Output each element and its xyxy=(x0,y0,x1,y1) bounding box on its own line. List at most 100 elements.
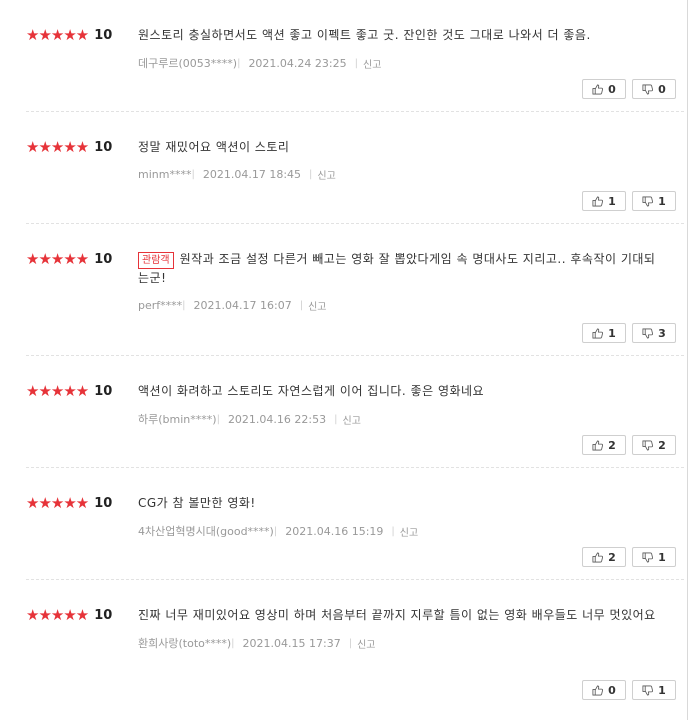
meta-divider: | xyxy=(299,300,304,311)
meta-divider: | xyxy=(191,169,195,180)
report-link[interactable]: 신고 xyxy=(400,524,418,539)
like-count: 2 xyxy=(608,550,616,564)
review-date: 2021.04.17 18:45 xyxy=(202,168,302,181)
thumbs-down-icon xyxy=(642,685,654,695)
review-meta: minm**** | 2021.04.17 18:45 | 신고 xyxy=(138,167,664,182)
like-button[interactable]: 1 xyxy=(582,191,626,211)
review-text: 원스토리 충실하면서도 액션 좋고 이펙트 좋고 굿. 잔인한 것도 그대로 나… xyxy=(138,28,591,42)
dislike-button[interactable]: 2 xyxy=(632,435,676,455)
report-link[interactable]: 신고 xyxy=(363,56,381,71)
thumbs-down-icon xyxy=(642,552,654,562)
meta-divider: | xyxy=(354,57,358,69)
thumbs-down-icon xyxy=(642,440,654,450)
review-meta: perf**** | 2021.04.17 16:07 | 신고 xyxy=(138,298,664,313)
rating-score: 10 xyxy=(94,607,113,623)
star-rating: ★★★★★ 10 xyxy=(26,251,112,267)
report-link[interactable]: 신고 xyxy=(317,167,335,182)
star-rating: ★★★★★ 10 xyxy=(26,383,112,399)
meta-divider: | xyxy=(216,413,220,425)
dislike-button[interactable]: 3 xyxy=(632,323,676,343)
star-icons: ★★★★★ xyxy=(26,494,89,512)
review-body: 액션이 화려하고 스토리도 자연스럽게 이어 집니다. 좋은 영화네요 하루(b… xyxy=(138,382,664,427)
star-rating: ★★★★★ 10 xyxy=(26,607,112,623)
meta-divider: | xyxy=(273,525,278,537)
review-body: CG가 참 볼만한 영화! 4차산업혁명시대(good****) | 2021.… xyxy=(138,494,664,539)
thumbs-up-icon xyxy=(592,440,604,450)
rating-score: 10 xyxy=(94,27,113,43)
report-link[interactable]: 신고 xyxy=(357,636,375,651)
dislike-count: 2 xyxy=(658,438,666,452)
meta-divider: | xyxy=(237,57,241,69)
review-body: 관람객 원작과 조금 설정 다른거 빼고는 영화 잘 뽑았다게임 속 명대사도 지… xyxy=(138,250,664,313)
review-author: 환희사랑(toto****) xyxy=(138,637,232,650)
like-button[interactable]: 2 xyxy=(582,435,626,455)
review-author: perf**** xyxy=(138,299,183,312)
vote-buttons: 1 3 xyxy=(582,323,676,343)
rating-score: 10 xyxy=(94,139,113,155)
vote-buttons: 2 2 xyxy=(582,435,676,455)
review-item: ★★★★★ 10 진짜 너무 재미있어요 영상미 하며 처음부터 끝까지 지루할… xyxy=(26,580,684,712)
review-text-block: 관람객 원작과 조금 설정 다른거 빼고는 영화 잘 뽑았다게임 속 명대사도 지… xyxy=(138,250,664,288)
review-text: 원작과 조금 설정 다른거 빼고는 영화 잘 뽑았다게임 속 명대사도 지리고.… xyxy=(138,252,656,285)
meta-divider: | xyxy=(309,169,313,180)
dislike-count: 1 xyxy=(658,194,666,208)
review-item: ★★★★★ 10 액션이 화려하고 스토리도 자연스럽게 이어 집니다. 좋은 … xyxy=(26,356,684,468)
review-date: 2021.04.16 22:53 xyxy=(227,412,327,426)
like-count: 2 xyxy=(608,438,616,452)
rating-score: 10 xyxy=(94,383,113,399)
like-count: 1 xyxy=(608,194,616,208)
review-item: ★★★★★ 10 정말 재밌어요 액션이 스토리 minm**** | 2021… xyxy=(26,112,684,224)
dislike-button[interactable]: 0 xyxy=(632,79,676,99)
meta-divider: | xyxy=(348,637,353,649)
dislike-button[interactable]: 1 xyxy=(632,680,676,700)
star-rating: ★★★★★ 10 xyxy=(26,139,112,155)
report-link[interactable]: 신고 xyxy=(343,412,361,427)
like-button[interactable]: 1 xyxy=(582,323,626,343)
viewer-badge: 관람객 xyxy=(138,252,174,269)
dislike-button[interactable]: 1 xyxy=(632,191,676,211)
thumbs-up-icon xyxy=(592,685,604,695)
review-meta: 하루(bmin****) | 2021.04.16 22:53 | 신고 xyxy=(138,411,664,427)
review-meta: 환희사랑(toto****) | 2021.04.15 17:37 | 신고 xyxy=(138,635,664,651)
review-text: 액션이 화려하고 스토리도 자연스럽게 이어 집니다. 좋은 영화네요 xyxy=(138,384,485,398)
review-text: 정말 재밌어요 액션이 스토리 xyxy=(138,140,290,154)
like-count: 1 xyxy=(608,326,616,340)
like-button[interactable]: 0 xyxy=(582,79,626,99)
review-author: 하루(bmin****) xyxy=(138,413,217,426)
like-count: 0 xyxy=(608,683,616,697)
review-author: 4차산업혁명시대(good****) xyxy=(138,525,274,538)
review-meta: 4차산업혁명시대(good****) | 2021.04.16 15:19 | … xyxy=(138,523,664,539)
thumbs-up-icon xyxy=(592,328,604,338)
report-link[interactable]: 신고 xyxy=(308,298,326,313)
review-item: ★★★★★ 10 관람객 원작과 조금 설정 다른거 빼고는 영화 잘 뽑았다게임… xyxy=(26,224,684,356)
thumbs-up-icon xyxy=(592,84,604,94)
vote-buttons: 0 0 xyxy=(582,79,676,99)
thumbs-down-icon xyxy=(642,196,654,206)
rating-score: 10 xyxy=(94,495,113,511)
review-text: CG가 참 볼만한 영화! xyxy=(138,496,256,510)
dislike-count: 1 xyxy=(658,550,666,564)
review-body: 원스토리 충실하면서도 액션 좋고 이펙트 좋고 굿. 잔인한 것도 그대로 나… xyxy=(138,26,664,71)
star-rating: ★★★★★ 10 xyxy=(26,27,112,43)
star-icons: ★★★★★ xyxy=(26,26,89,44)
dislike-count: 1 xyxy=(658,683,666,697)
review-body: 정말 재밌어요 액션이 스토리 minm**** | 2021.04.17 18… xyxy=(138,138,664,182)
review-author: 데구루르(0053****) xyxy=(138,57,238,70)
like-button[interactable]: 2 xyxy=(582,547,626,567)
review-body: 진짜 너무 재미있어요 영상미 하며 처음부터 끝까지 지루할 틈이 없는 영화… xyxy=(138,606,664,651)
thumbs-down-icon xyxy=(642,328,654,338)
dislike-count: 0 xyxy=(658,82,666,96)
vote-buttons: 2 1 xyxy=(582,547,676,567)
review-list-frame: ★★★★★ 10 원스토리 충실하면서도 액션 좋고 이펙트 좋고 굿. 잔인한… xyxy=(0,0,688,720)
review-author: minm**** xyxy=(138,168,192,181)
review-list: ★★★★★ 10 원스토리 충실하면서도 액션 좋고 이펙트 좋고 굿. 잔인한… xyxy=(0,0,684,712)
star-icons: ★★★★★ xyxy=(26,382,89,400)
review-date: 2021.04.24 23:25 xyxy=(248,56,347,70)
star-rating: ★★★★★ 10 xyxy=(26,495,112,511)
dislike-button[interactable]: 1 xyxy=(632,547,676,567)
like-button[interactable]: 0 xyxy=(582,680,626,700)
review-text: 진짜 너무 재미있어요 영상미 하며 처음부터 끝까지 지루할 틈이 없는 영화… xyxy=(138,608,656,622)
like-count: 0 xyxy=(608,82,616,96)
star-icons: ★★★★★ xyxy=(26,138,89,156)
thumbs-up-icon xyxy=(592,196,604,206)
